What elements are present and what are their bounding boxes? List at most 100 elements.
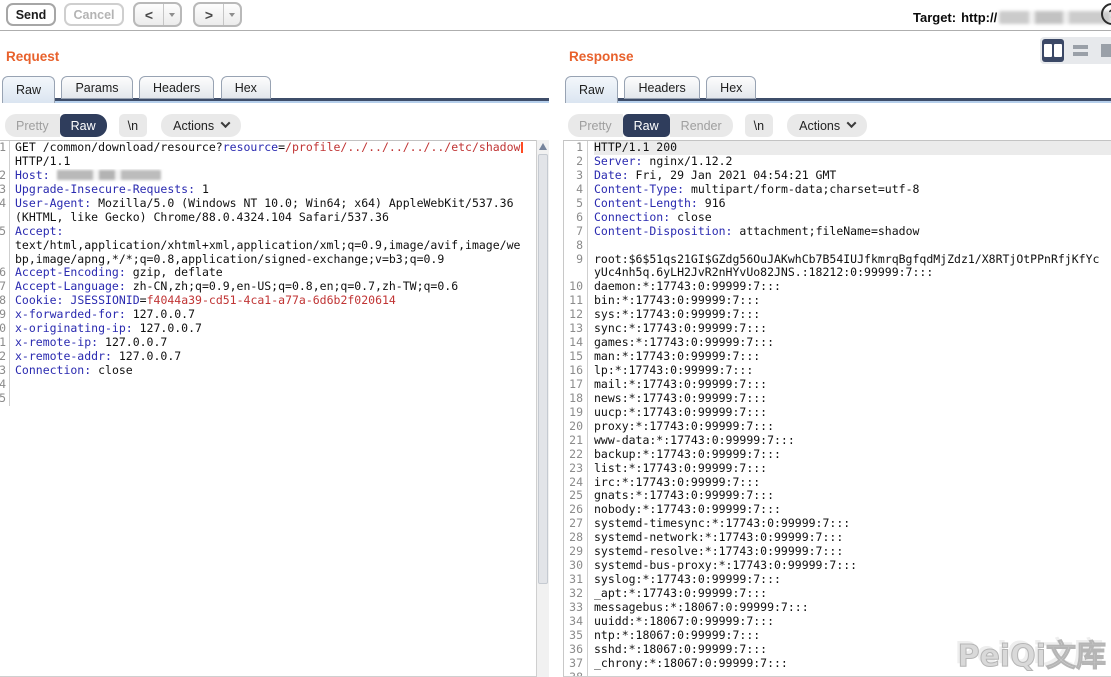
request-panel-title: Request: [6, 49, 59, 64]
line-text: systemd-bus-proxy:*:17743:0:99999:7:::: [594, 559, 1111, 573]
line-number: 35: [564, 629, 588, 643]
line-number: 8: [564, 239, 588, 253]
response-editor[interactable]: 1HTTP/1.1 2002Server: nginx/1.12.23Date:…: [563, 140, 1111, 677]
line-number: 30: [564, 559, 588, 573]
back-dropdown[interactable]: [163, 4, 180, 25]
scrollbar-thumb[interactable]: [538, 154, 548, 584]
line-number: 21: [564, 434, 588, 448]
raw-view-button[interactable]: Raw: [60, 114, 107, 137]
text-cursor: [521, 142, 523, 153]
tab-underline-accent: [565, 101, 1111, 103]
line-number: 23: [564, 462, 588, 476]
line-text: Cookie: JSESSIONID=f4044a39-cd51-4ca1-a7…: [15, 294, 536, 308]
code-line: 8: [564, 239, 1111, 253]
line-text: User-Agent: Mozilla/5.0 (Windows NT 10.0…: [15, 197, 536, 211]
line-text: [15, 378, 536, 392]
code-line: 12x-remote-addr: 127.0.0.7: [0, 350, 536, 364]
line-text: sys:*:17743:0:99999:7:::: [594, 308, 1111, 322]
line-number: 9: [0, 308, 10, 322]
line-number: 11: [0, 336, 10, 350]
line-text: lp:*:17743:0:99999:7:::: [594, 364, 1111, 378]
code-line: 14games:*:17743:0:99999:7:::: [564, 336, 1111, 350]
newline-toggle-button[interactable]: \n: [745, 114, 773, 137]
pretty-view-button[interactable]: Pretty: [568, 114, 623, 137]
forward-button[interactable]: >: [193, 2, 242, 27]
code-line: 16lp:*:17743:0:99999:7:::: [564, 364, 1111, 378]
line-number: 4: [564, 183, 588, 197]
line-number: 37: [564, 657, 588, 671]
caret-down-icon: [229, 13, 235, 17]
code-line: 31syslog:*:17743:0:99999:7:::: [564, 573, 1111, 587]
line-text: Server: nginx/1.12.2: [594, 155, 1111, 169]
line-text: x-originating-ip: 127.0.0.7: [15, 322, 536, 336]
redacted-target-host: [999, 11, 1111, 24]
forward-dropdown[interactable]: [223, 4, 240, 25]
code-line: 15man:*:17743:0:99999:7:::: [564, 350, 1111, 364]
pretty-view-button[interactable]: Pretty: [5, 114, 60, 137]
line-text: bp,image/apng,*/*;q=0.8,application/sign…: [15, 253, 536, 267]
line-text: x-remote-ip: 127.0.0.7: [15, 336, 536, 350]
forward-arrow-icon[interactable]: >: [195, 4, 223, 25]
split-columns-layout-icon[interactable]: [1042, 39, 1064, 62]
request-scrollbar[interactable]: [536, 140, 549, 677]
actions-button[interactable]: Actions: [787, 114, 867, 137]
line-text: _apt:*:17743:0:99999:7:::: [594, 587, 1111, 601]
line-text: uucp:*:17743:0:99999:7:::: [594, 406, 1111, 420]
tab-raw[interactable]: Raw: [2, 76, 55, 103]
newline-toggle-button[interactable]: \n: [119, 114, 147, 137]
code-line: (KHTML, like Gecko) Chrome/88.0.4324.104…: [0, 211, 536, 225]
tab-hex[interactable]: Hex: [706, 76, 756, 99]
line-text: messagebus:*:18067:0:99999:7:::: [594, 601, 1111, 615]
line-number: 5: [0, 225, 10, 239]
line-number: [0, 239, 10, 253]
scroll-up-icon[interactable]: [539, 143, 547, 150]
line-text: (KHTML, like Gecko) Chrome/88.0.4324.104…: [15, 211, 536, 225]
raw-view-button[interactable]: Raw: [623, 114, 670, 137]
code-line: 17mail:*:17743:0:99999:7:::: [564, 378, 1111, 392]
code-line: 2Host:: [0, 169, 536, 183]
line-number: 29: [564, 545, 588, 559]
tab-hex[interactable]: Hex: [221, 76, 271, 99]
code-line: 32_apt:*:17743:0:99999:7:::: [564, 587, 1111, 601]
line-number: 10: [0, 322, 10, 336]
request-editor[interactable]: 1GET /common/download/resource?resource=…: [0, 140, 536, 677]
tab-underline-accent: [2, 101, 549, 103]
response-tabs: Raw Headers Hex: [565, 76, 1111, 103]
line-text: proxy:*:17743:0:99999:7:::: [594, 420, 1111, 434]
send-button[interactable]: Send: [6, 3, 56, 26]
single-pane-layout-icon[interactable]: [1096, 39, 1111, 62]
code-line: 8Cookie: JSESSIONID=f4044a39-cd51-4ca1-a…: [0, 294, 536, 308]
split-rows-layout-icon[interactable]: [1069, 39, 1091, 62]
code-line: bp,image/apng,*/*;q=0.8,application/sign…: [0, 253, 536, 267]
code-line: 22backup:*:17743:0:99999:7:::: [564, 448, 1111, 462]
line-number: 28: [564, 531, 588, 545]
tab-params[interactable]: Params: [61, 76, 132, 99]
line-text: uuidd:*:18067:0:99999:7:::: [594, 615, 1111, 629]
target-label: Target:: [913, 10, 956, 25]
line-text: systemd-resolve:*:17743:0:99999:7:::: [594, 545, 1111, 559]
line-text: syslog:*:17743:0:99999:7:::: [594, 573, 1111, 587]
line-number: 13: [564, 322, 588, 336]
tab-headers[interactable]: Headers: [624, 76, 699, 99]
cancel-button[interactable]: Cancel: [64, 3, 124, 26]
actions-label: Actions: [799, 119, 840, 133]
code-line: 26nobody:*:17743:0:99999:7:::: [564, 503, 1111, 517]
code-line: text/html,application/xhtml+xml,applicat…: [0, 239, 536, 253]
actions-button[interactable]: Actions: [161, 114, 241, 137]
line-text: mail:*:17743:0:99999:7:::: [594, 378, 1111, 392]
tab-raw[interactable]: Raw: [565, 76, 618, 103]
render-view-button[interactable]: Render: [670, 114, 733, 137]
line-number: [0, 253, 10, 267]
code-line: 10 x-originating-ip: 127.0.0.7: [0, 322, 536, 336]
back-button[interactable]: <: [133, 2, 182, 27]
line-text: Upgrade-Insecure-Requests: 1: [15, 183, 536, 197]
code-line: 15: [0, 392, 536, 406]
tab-headers[interactable]: Headers: [139, 76, 214, 99]
code-line: yUc4nh5q.6yLH2JvR2nHYvUo82JNS.:18212:0:9…: [564, 266, 1111, 280]
line-number: 13: [0, 364, 10, 378]
request-panel: Request Raw Params Headers Hex Pretty Ra…: [0, 32, 549, 677]
line-number: 4: [0, 197, 10, 211]
line-text: www-data:*:17743:0:99999:7:::: [594, 434, 1111, 448]
back-arrow-icon[interactable]: <: [135, 4, 163, 25]
target-bar: Target: http://: [913, 6, 1111, 29]
